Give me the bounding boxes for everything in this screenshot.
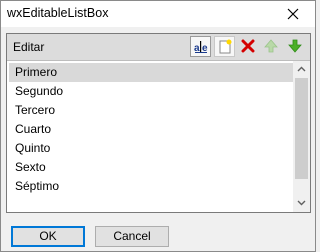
list-item[interactable]: Quinto — [9, 139, 293, 158]
editable-listbox: Editar a e Primero Segundo Tercero Cuart… — [6, 33, 311, 213]
list-item[interactable]: Tercero — [9, 101, 293, 120]
list-item[interactable]: Sexto — [9, 158, 293, 177]
scroll-up-button[interactable] — [293, 61, 310, 78]
close-button[interactable] — [271, 1, 315, 27]
scroll-down-button[interactable] — [293, 195, 310, 212]
list-items: Primero Segundo Tercero Cuarto Quinto Se… — [9, 63, 293, 196]
new-item-icon — [219, 39, 232, 54]
close-icon — [287, 8, 299, 20]
move-down-button[interactable] — [285, 36, 306, 57]
listbox-header: Editar a e — [7, 34, 310, 61]
move-up-icon — [264, 39, 278, 53]
cancel-button[interactable]: Cancel — [95, 226, 169, 247]
title-bar: wxEditableListBox — [1, 1, 315, 27]
new-item-button[interactable] — [214, 36, 235, 57]
list-item[interactable]: Cuarto — [9, 120, 293, 139]
edit-item-button[interactable]: a e — [190, 36, 211, 57]
ok-button[interactable]: OK — [11, 226, 85, 247]
header-label: Editar — [13, 40, 45, 54]
delete-item-button[interactable] — [238, 36, 259, 57]
chevron-up-icon — [297, 66, 306, 72]
move-up-button[interactable] — [261, 36, 282, 57]
scroll-thumb[interactable] — [295, 78, 308, 179]
list-item[interactable]: Primero — [9, 63, 293, 82]
window-title: wxEditableListBox — [7, 6, 109, 20]
dialog-window: wxEditableListBox Editar a e Primero Seg… — [0, 0, 316, 252]
list-item[interactable]: Séptimo — [9, 177, 293, 196]
edit-item-icon: a e — [194, 41, 208, 54]
list-item[interactable]: Segundo — [9, 82, 293, 101]
chevron-down-icon — [297, 200, 306, 206]
delete-item-icon — [241, 39, 255, 53]
move-down-icon — [288, 39, 302, 53]
vertical-scrollbar[interactable] — [293, 61, 310, 212]
